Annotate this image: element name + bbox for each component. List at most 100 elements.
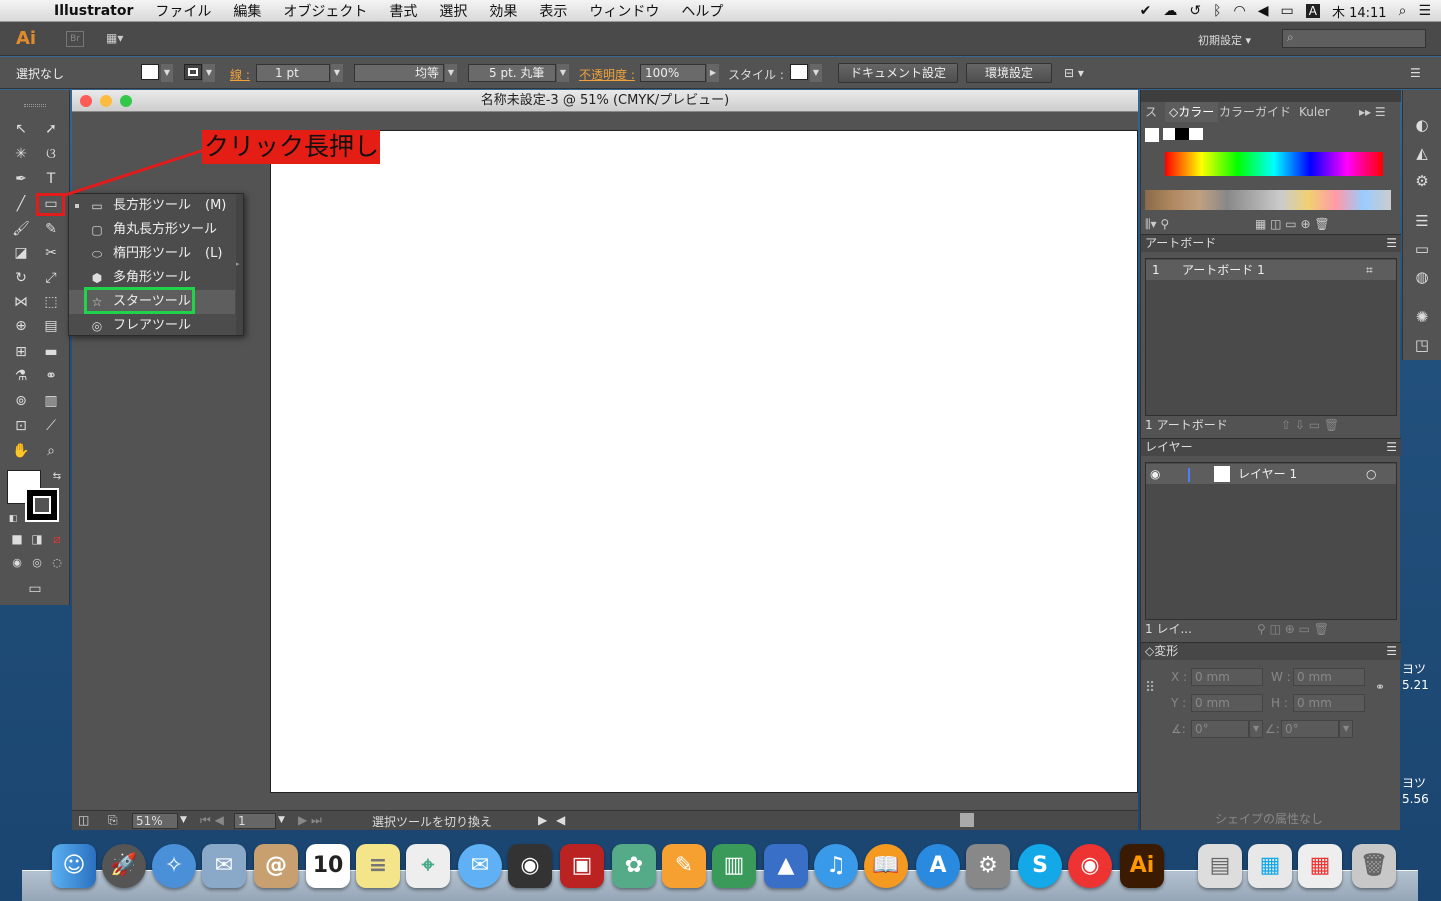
layers-panel-header[interactable]: レイヤー ☰ bbox=[1141, 438, 1401, 456]
kuler-panel-icon[interactable]: ⚙ bbox=[1411, 170, 1433, 192]
graphic-styles-panel-icon[interactable]: ◳ bbox=[1411, 334, 1433, 356]
color-panel-icon[interactable]: ◐ bbox=[1411, 114, 1433, 136]
finder-icon[interactable]: ☺ bbox=[52, 844, 96, 888]
layer-target-icon[interactable]: ○ bbox=[1366, 464, 1376, 484]
itunes-icon[interactable]: ♫ bbox=[814, 844, 858, 888]
layer-row-name: レイヤー 1 bbox=[1238, 467, 1298, 481]
mail-icon[interactable]: ✉ bbox=[202, 844, 246, 888]
safari-icon[interactable]: ✧ bbox=[152, 844, 196, 888]
launchpad-icon[interactable]: 🚀 bbox=[102, 844, 146, 888]
artboards-count: 1 アートボード bbox=[1145, 418, 1228, 432]
y-field[interactable]: 0 mm bbox=[1191, 694, 1263, 712]
keynote-icon[interactable]: ▲ bbox=[764, 844, 808, 888]
appearance-panel-icon[interactable]: ✺ bbox=[1411, 306, 1433, 328]
color-fill-swatch[interactable] bbox=[1145, 128, 1159, 142]
color-guide-panel-icon[interactable]: ◭ bbox=[1411, 142, 1433, 164]
w-label: W : bbox=[1271, 670, 1291, 684]
callout-label: クリック長押し bbox=[202, 130, 380, 164]
panel-dock-header[interactable] bbox=[1141, 90, 1401, 102]
artboard-options-icon[interactable]: ⌗ bbox=[1366, 260, 1373, 280]
x-field[interactable]: 0 mm bbox=[1191, 668, 1263, 686]
artboard-row[interactable]: 1 アートボード 1 ⌗ bbox=[1146, 260, 1396, 280]
layers-footer: 1 レイ... ⚲ ◫ ⊕ ▭ 🗑 bbox=[1141, 620, 1401, 638]
reference-point-icon[interactable]: ⠿ bbox=[1145, 680, 1155, 696]
numbers-icon[interactable]: ▥ bbox=[712, 844, 756, 888]
rotate-angle-icon: ∡: bbox=[1171, 722, 1186, 736]
layers-panel-menu-icon[interactable]: ☰ bbox=[1386, 439, 1397, 456]
none-black-white-swatches[interactable] bbox=[1163, 128, 1203, 140]
trash-icon[interactable]: 🗑 bbox=[1352, 844, 1396, 888]
transform-panel-menu-icon[interactable]: ☰ bbox=[1386, 643, 1397, 660]
collapsed-panel-strip: ◐ ◭ ⚙ ☰ ▭ ◍ ✺ ◳ bbox=[1402, 90, 1441, 360]
skype-icon[interactable]: S bbox=[1018, 844, 1062, 888]
desktop-label: 5.56 bbox=[1402, 792, 1429, 806]
constrain-proportions-icon[interactable]: ⚭ bbox=[1375, 680, 1385, 694]
shear-field[interactable]: 0° bbox=[1281, 720, 1339, 738]
rotate-field[interactable]: 0° bbox=[1191, 720, 1249, 738]
ibooks-icon[interactable]: 📖 bbox=[864, 844, 908, 888]
w-field[interactable]: 0 mm bbox=[1293, 668, 1365, 686]
maps-icon[interactable]: ⌖ bbox=[406, 844, 450, 888]
documents-stack-icon[interactable]: ▤ bbox=[1198, 844, 1242, 888]
contacts-icon[interactable]: @ bbox=[254, 844, 298, 888]
transform-panel-header[interactable]: ◇変形 ☰ bbox=[1141, 642, 1401, 660]
color-spectrum[interactable] bbox=[1165, 152, 1383, 176]
rectangle-tool-highlight bbox=[36, 193, 65, 216]
messages-icon[interactable]: ✉ bbox=[458, 844, 502, 888]
artboards-panel-header[interactable]: アートボード ☰ bbox=[1141, 234, 1401, 252]
h-label: H : bbox=[1271, 696, 1288, 710]
downloads-stack-icon[interactable]: ▦ bbox=[1248, 844, 1292, 888]
transparency-panel-icon[interactable]: ◍ bbox=[1411, 266, 1433, 288]
x-label: X : bbox=[1171, 670, 1188, 684]
shear-dropdown-icon[interactable]: ▼ bbox=[1339, 720, 1353, 738]
artboard-row-number: 1 bbox=[1152, 263, 1160, 277]
artboards-panel-title: アートボード bbox=[1145, 236, 1217, 250]
illustrator-dock-icon[interactable]: Ai bbox=[1120, 844, 1164, 888]
desktop-label: ヨツ bbox=[1402, 662, 1427, 676]
tab-swatches[interactable]: ス bbox=[1145, 102, 1157, 122]
artboards-footer: 1 アートボード ⇧ ⇩ ▭ 🗑 bbox=[1141, 416, 1401, 434]
layer-visibility-eye-icon[interactable]: ◉ bbox=[1150, 464, 1160, 484]
artboards-footer-actions-icon[interactable]: ⇧ ⇩ ▭ 🗑 bbox=[1281, 416, 1339, 434]
shape-properties-message: シェイプの属性なし bbox=[1215, 812, 1324, 826]
pages-icon[interactable]: ✎ bbox=[662, 844, 706, 888]
facetime-icon[interactable]: ◉ bbox=[508, 844, 552, 888]
rotate-dropdown-icon[interactable]: ▼ bbox=[1249, 720, 1263, 738]
system-preferences-icon[interactable]: ⚙ bbox=[966, 844, 1010, 888]
layers-footer-actions-icon[interactable]: ⚲ ◫ ⊕ ▭ 🗑 bbox=[1257, 620, 1329, 638]
photo-booth-icon[interactable]: ▣ bbox=[560, 844, 604, 888]
tab-color-label: カラー bbox=[1178, 105, 1215, 119]
layer-thumbnail bbox=[1214, 466, 1230, 482]
callout-line bbox=[61, 148, 205, 198]
swatch-strip[interactable] bbox=[1145, 190, 1391, 210]
y-label: Y : bbox=[1171, 696, 1187, 710]
swatch-libraries-icon[interactable]: ⫼▾ ⚲ bbox=[1145, 214, 1169, 234]
artboards-panel-menu-icon[interactable]: ☰ bbox=[1386, 235, 1397, 252]
layers-count: 1 レイ... bbox=[1145, 622, 1192, 636]
chrome-icon[interactable]: ◉ bbox=[1068, 844, 1112, 888]
stroke-panel-icon[interactable]: ☰ bbox=[1411, 210, 1433, 232]
calendar-icon[interactable]: 10 bbox=[306, 844, 350, 888]
recent-items-stack-icon[interactable]: ▦ bbox=[1298, 844, 1342, 888]
app-store-icon[interactable]: A bbox=[916, 844, 960, 888]
layer-row[interactable]: ◉ レイヤー 1 ○ bbox=[1146, 464, 1396, 484]
right-panel-dock: ス ◇カラー カラーガイド Kuler ▸▸ ☰ ⫼▾ ⚲ ▦ ◫ ▭ ⊕ 🗑 … bbox=[1140, 90, 1401, 830]
desktop-label: 5.21 bbox=[1402, 678, 1429, 692]
notes-icon[interactable]: ≡ bbox=[356, 844, 400, 888]
dock: ☺ 🚀 ✧ ✉ @ 10 ≡ ⌖ ✉ ◉ ▣ ✿ ✎ ▥ ▲ ♫ 📖 A ⚙ S… bbox=[22, 840, 1418, 901]
h-field[interactable]: 0 mm bbox=[1293, 694, 1365, 712]
layers-panel-title: レイヤー bbox=[1145, 440, 1193, 454]
layers-list: ◉ レイヤー 1 ○ bbox=[1145, 462, 1397, 620]
layer-color-mark bbox=[1188, 468, 1190, 482]
transform-panel-title: 変形 bbox=[1154, 644, 1179, 658]
gradient-panel-icon[interactable]: ▭ bbox=[1411, 238, 1433, 260]
swatch-panel-actions-icon[interactable]: ▦ ◫ ▭ ⊕ 🗑 bbox=[1255, 214, 1330, 234]
tab-kuler[interactable]: Kuler bbox=[1299, 102, 1330, 122]
iphoto-icon[interactable]: ✿ bbox=[612, 844, 656, 888]
panel-collapse-icon[interactable]: ▸▸ ☰ bbox=[1359, 102, 1386, 122]
desktop-label: ヨツ bbox=[1402, 776, 1427, 790]
artboard-row-name: アートボード 1 bbox=[1182, 263, 1265, 277]
artboards-list: 1 アートボード 1 ⌗ bbox=[1145, 258, 1397, 416]
tab-color-guide[interactable]: カラーガイド bbox=[1219, 102, 1291, 122]
tab-color[interactable]: ◇カラー bbox=[1165, 102, 1219, 122]
